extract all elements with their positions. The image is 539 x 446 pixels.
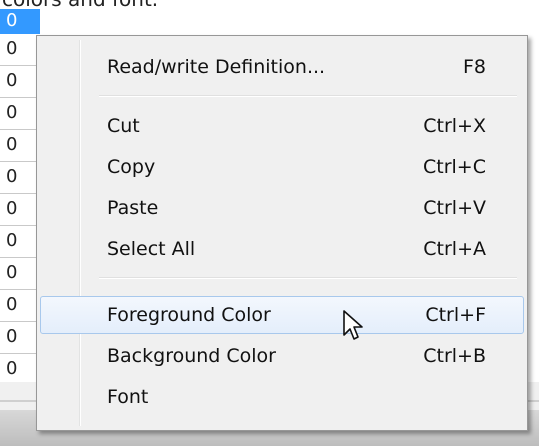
menu-item-shortcut: Ctrl+C xyxy=(423,156,486,178)
menu-item-label: Paste xyxy=(107,197,159,219)
grid-cell[interactable]: 0 xyxy=(0,162,40,194)
menu-item-label: Cut xyxy=(107,115,140,137)
grid-cell-selected[interactable]: 0 xyxy=(0,9,40,34)
grid-cell[interactable]: 0 xyxy=(0,226,40,258)
grid-cell[interactable]: 0 xyxy=(0,194,40,226)
grid-cell[interactable]: 0 xyxy=(0,258,40,290)
menu-item-label: Font xyxy=(107,386,149,408)
grid-cell[interactable]: 0 xyxy=(0,98,40,130)
menu-item-shortcut: Ctrl+A xyxy=(423,238,486,260)
context-menu: Read/write Definition... F8 Cut Ctrl+X C… xyxy=(36,35,528,431)
menu-separator xyxy=(99,95,517,97)
menu-item-cut[interactable]: Cut Ctrl+X xyxy=(40,107,524,145)
grid-cell[interactable]: 0 xyxy=(0,290,40,322)
menu-item-shortcut: Ctrl+X xyxy=(423,115,486,137)
grid-cell[interactable]: 0 xyxy=(0,322,40,354)
menu-item-shortcut: Ctrl+V xyxy=(423,197,486,219)
menu-item-label: Read/write Definition... xyxy=(107,56,326,78)
menu-item-read-write-definition[interactable]: Read/write Definition... F8 xyxy=(40,48,524,86)
menu-item-shortcut: Ctrl+B xyxy=(423,345,486,367)
menu-item-foreground-color[interactable]: Foreground Color Ctrl+F xyxy=(40,296,524,334)
menu-item-background-color[interactable]: Background Color Ctrl+B xyxy=(40,337,524,375)
grid-cell[interactable]: 0 xyxy=(0,34,40,66)
arrow-cursor-icon xyxy=(343,310,363,340)
menu-item-paste[interactable]: Paste Ctrl+V xyxy=(40,189,524,227)
menu-item-shortcut: Ctrl+F xyxy=(425,304,486,326)
screenshot-stage: colors and font. 0 0 0 0 0 0 0 0 0 0 0 0… xyxy=(0,0,539,446)
menu-item-label: Select All xyxy=(107,238,196,260)
menu-item-select-all[interactable]: Select All Ctrl+A xyxy=(40,230,524,268)
menu-separator xyxy=(99,277,517,279)
grid-cell[interactable]: 0 xyxy=(0,130,40,162)
menu-item-label: Background Color xyxy=(107,345,276,367)
menu-item-shortcut: F8 xyxy=(462,56,486,78)
menu-item-label: Copy xyxy=(107,156,156,178)
menu-item-copy[interactable]: Copy Ctrl+C xyxy=(40,148,524,186)
grid-cell[interactable]: 0 xyxy=(0,66,40,98)
menu-item-label: Foreground Color xyxy=(107,304,271,326)
menu-item-font[interactable]: Font xyxy=(40,378,524,416)
data-grid-column: 0 0 0 0 0 0 0 0 0 0 0 0 xyxy=(0,9,40,386)
